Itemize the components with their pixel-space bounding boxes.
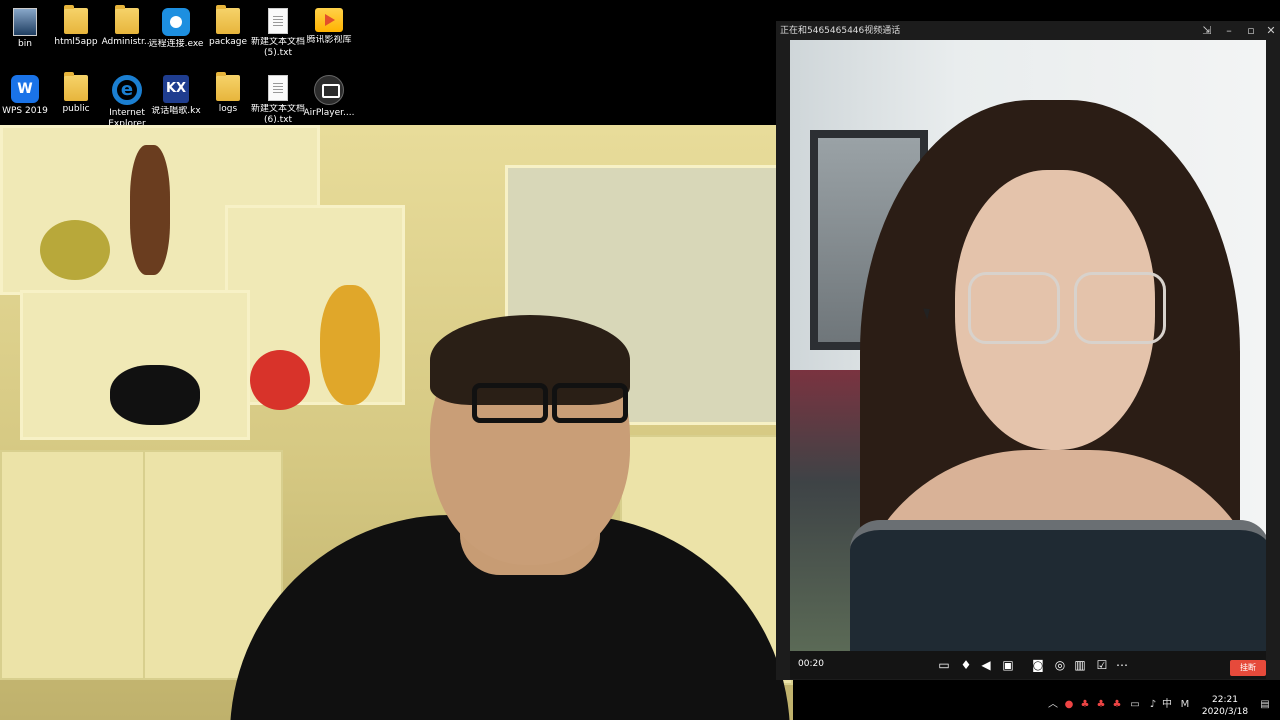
record-icon[interactable]: ◎: [1052, 657, 1068, 673]
kx-icon: KX: [163, 75, 189, 103]
glasses-lens: [552, 383, 628, 423]
airplayer-icon: [314, 75, 344, 105]
volume-icon[interactable]: ♪: [1146, 698, 1160, 712]
hangup-button[interactable]: 挂断: [1230, 660, 1266, 676]
image-file-icon: [13, 8, 37, 36]
gourd: [320, 285, 380, 405]
folder-icon: [216, 5, 240, 34]
call-title: 正在和5465465446视频通话: [780, 26, 901, 36]
app-icon[interactable]: ♣: [1110, 698, 1124, 712]
teamviewer-icon: [162, 8, 190, 36]
speaker-icon[interactable]: ◀: [978, 657, 994, 673]
video-call-window[interactable]: 正在和5465465446视频通话 ⇲ – ▫ ✕ 00:20 ▭ ♦ ◀ ▣ …: [776, 21, 1280, 680]
decor-item: [250, 350, 310, 410]
network-icon[interactable]: ▭: [1128, 698, 1142, 712]
text-file-icon: [268, 8, 288, 34]
cabinet-door: [0, 450, 145, 680]
microphone-icon[interactable]: ♦: [958, 657, 974, 673]
desktop-icon-tencent-video[interactable]: 腾讯影视库: [300, 4, 358, 66]
desktop-icon-label: 远程连接.exe: [148, 39, 204, 49]
desktop-icon-wps[interactable]: W WPS 2019: [0, 71, 54, 133]
screenshot-icon[interactable]: ◙: [1030, 657, 1046, 673]
desktop-icon-kx[interactable]: KX 说话唱歌.kx: [147, 71, 205, 133]
desktop-icon-label: 说话唱歌.kx: [151, 106, 201, 116]
local-camera-feed: [0, 125, 793, 720]
user-folder-icon: [115, 5, 139, 34]
desktop-icon-airplayer[interactable]: AirPlayer....: [300, 71, 358, 133]
minimize-icon[interactable]: –: [1218, 21, 1240, 41]
system-tray: ︿ ● ♣ ♣ ♣ ▭ ♪ 中 M 22:21 2020/3/18 ▤: [1040, 692, 1280, 720]
glasses-lens: [1074, 272, 1166, 344]
app-icon[interactable]: ●: [1062, 698, 1076, 712]
app-icon[interactable]: ♣: [1078, 698, 1092, 712]
camera-toggle-icon[interactable]: ▣: [1000, 657, 1016, 673]
folder-icon: [64, 72, 88, 101]
desktop-icon-textfile-6[interactable]: 新建文本文档 (6).txt: [249, 71, 307, 133]
ie-icon: e: [112, 75, 142, 105]
ime-icon[interactable]: 中: [1160, 698, 1174, 712]
ime-mode-icon[interactable]: M: [1178, 698, 1192, 712]
desktop-icon-bin[interactable]: bin: [0, 4, 54, 66]
clock-time[interactable]: 22:21: [1200, 695, 1250, 705]
chevron-up-icon[interactable]: ︿: [1046, 698, 1060, 712]
bag: [110, 365, 200, 425]
edit-icon[interactable]: ☑: [1094, 657, 1110, 673]
layout-icon[interactable]: ▥: [1072, 657, 1088, 673]
app-icon[interactable]: ♣: [1094, 698, 1108, 712]
folder-icon: [216, 72, 240, 101]
pin-icon[interactable]: ⇲: [1196, 21, 1218, 41]
maximize-icon[interactable]: ▫: [1240, 21, 1262, 41]
more-icon[interactable]: ⋯: [1114, 657, 1130, 673]
clock-date[interactable]: 2020/3/18: [1195, 707, 1255, 717]
folder-icon: [64, 5, 88, 34]
chat-icon[interactable]: ▭: [936, 657, 952, 673]
glasses-lens: [968, 272, 1060, 344]
glasses-lens: [472, 383, 548, 423]
decor-item: [40, 220, 110, 280]
desktop-icon-remote[interactable]: 远程连接.exe: [147, 4, 205, 66]
video-folder-icon: [315, 8, 343, 32]
wps-icon: W: [11, 75, 39, 103]
text-file-icon: [268, 75, 288, 101]
desktop: bin html5app Administr... 远程连接.exe packa…: [0, 0, 1280, 720]
remote-video-feed: [790, 40, 1266, 651]
towel: [850, 520, 1266, 651]
desktop-icon-label: AirPlayer....: [303, 108, 355, 118]
call-controls-bar: 00:20 ▭ ♦ ◀ ▣ ◙ ◎ ▥ ☑ ⋯ 挂断: [790, 651, 1266, 679]
desktop-icon-html5app[interactable]: html5app: [47, 4, 105, 66]
violin: [130, 145, 170, 275]
close-icon[interactable]: ✕: [1262, 21, 1280, 41]
call-timer: 00:20: [798, 659, 824, 669]
desktop-icon-label: 腾讯影视库: [306, 35, 352, 45]
notification-icon[interactable]: ▤: [1258, 698, 1272, 712]
